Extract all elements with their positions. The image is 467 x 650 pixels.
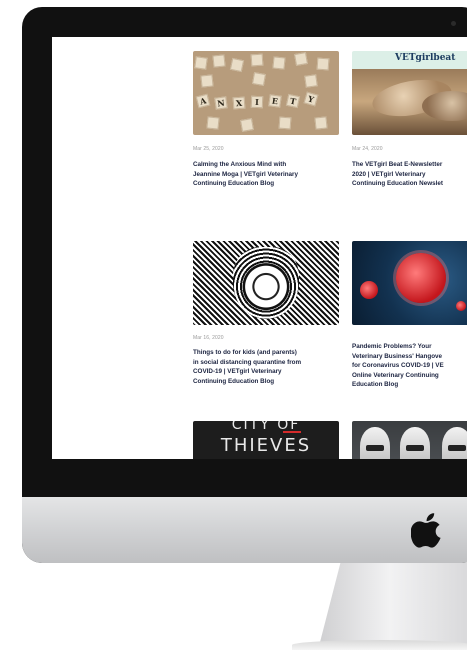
post-title-line: Pandemic Problems? Your — [352, 343, 432, 350]
city-of-thieves-thumbnail[interactable]: CITY OF THIEVES — [193, 421, 339, 459]
post-title-line: The VETgirl Beat E-Newsletter — [352, 161, 443, 168]
post-title-line: Jeannine Moga | VETgirl Veterinary — [193, 170, 298, 178]
letter-tile: T — [285, 93, 301, 109]
post-title-line: Continuing Education Newslet — [352, 180, 443, 188]
post-title-line: in social distancing quarantine from — [193, 358, 302, 366]
city-of-thieves-line1: CITY OF — [231, 421, 301, 433]
lion-thumbnail[interactable] — [193, 241, 339, 325]
post-title-line: for Coronavirus COVID-19 | VE — [352, 362, 444, 370]
vetgirl-beat-thumbnail[interactable]: VETgirlbeat — [352, 51, 467, 135]
post-title-line: COVID-19 | VETgirl Veterinary — [193, 368, 282, 376]
post-title[interactable]: Calming the Anxious Mind with Jeannine M… — [193, 160, 298, 189]
stormtroopers-thumbnail[interactable] — [352, 421, 467, 459]
post-title[interactable]: The VETgirl Beat E-Newsletter 2020 | VET… — [352, 160, 443, 189]
post-date: Mar 16, 2020 — [193, 335, 224, 341]
post-title-line: Veterinary Business' Hangove — [352, 352, 443, 360]
post-title-line: Things to do for kids (and parents) — [193, 349, 297, 356]
letter-tile: X — [232, 96, 246, 110]
letter-tile: Y — [303, 91, 319, 107]
letter-tile: E — [268, 94, 282, 108]
stand-shadow — [292, 640, 467, 650]
stormtrooper-helmet-icon — [442, 427, 467, 459]
post-title[interactable]: Pandemic Problems? Your Veterinary Busin… — [352, 342, 444, 390]
camera-icon — [451, 21, 456, 26]
post-date: Mar 24, 2020 — [352, 146, 383, 152]
post-title-line: Continuing Education Blog — [193, 377, 275, 385]
post-title-line: Calming the Anxious Mind with — [193, 161, 287, 168]
stormtrooper-helmet-icon — [360, 427, 390, 459]
stormtrooper-helmet-icon — [400, 427, 430, 459]
apple-logo-icon — [411, 513, 441, 548]
imac-display: A N X I E T Y Mar 25, 2020 Calming the A… — [22, 7, 467, 563]
lion-illustration — [233, 247, 299, 319]
imac-stand — [318, 563, 467, 650]
city-of-thieves-line2: THIEVES — [220, 435, 312, 456]
post-title-line: Continuing Education Blog — [193, 180, 275, 188]
anxiety-thumbnail[interactable]: A N X I E T Y — [193, 51, 339, 135]
post-title-line: 2020 | VETgirl Veterinary — [352, 170, 426, 178]
post-title-line: Online Veterinary Continuing — [352, 371, 439, 379]
coronavirus-thumbnail[interactable] — [352, 241, 467, 325]
blog-screen: A N X I E T Y Mar 25, 2020 Calming the A… — [52, 37, 467, 459]
vetgirl-beat-logo: VETgirlbeat — [395, 53, 456, 63]
post-date: Mar 25, 2020 — [193, 146, 224, 152]
imac-chin — [22, 497, 467, 563]
letter-tile: A — [195, 93, 211, 109]
post-title[interactable]: Things to do for kids (and parents) in s… — [193, 348, 301, 386]
letter-tile: I — [250, 95, 264, 109]
letter-tile: N — [214, 96, 228, 110]
post-title-line: Education Blog — [352, 381, 399, 389]
